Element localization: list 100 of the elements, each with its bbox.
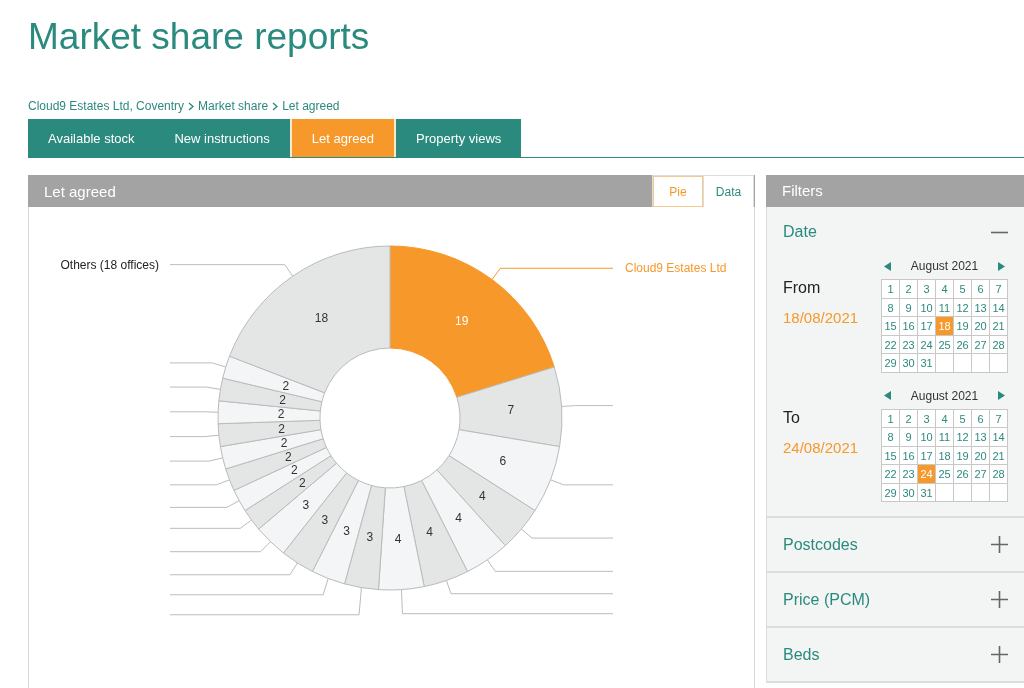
calendar-day[interactable]: 8 (882, 428, 900, 447)
calendar-day[interactable]: 19 (954, 317, 972, 336)
donut-slice[interactable] (233, 446, 332, 512)
calendar-day[interactable]: 30 (900, 354, 918, 373)
calendar-day[interactable]: 4 (936, 409, 954, 428)
calendar-day[interactable]: 22 (882, 335, 900, 354)
calendar-day[interactable]: 9 (900, 428, 918, 447)
donut-slice[interactable] (421, 469, 506, 572)
calendar-day[interactable]: 3 (918, 409, 936, 428)
calendar-day[interactable]: 1 (882, 409, 900, 428)
calendar-day[interactable]: 31 (918, 354, 936, 373)
donut-slice[interactable] (378, 486, 425, 591)
donut-slice[interactable] (448, 429, 561, 512)
calendar-day[interactable]: 8 (882, 298, 900, 317)
calendar-day[interactable]: 9 (900, 298, 918, 317)
calendar-day[interactable]: 26 (954, 465, 972, 484)
breadcrumb-link[interactable]: Market share (198, 99, 269, 113)
previous-month-icon[interactable] (884, 261, 891, 271)
chevron-icon (188, 101, 195, 111)
donut-slice[interactable] (282, 472, 359, 572)
calendar-day[interactable]: 5 (954, 409, 972, 428)
calendar-day[interactable]: 10 (918, 298, 936, 317)
breadcrumb-link[interactable]: Cloud9 Estates Ltd, Coventry (28, 99, 185, 113)
calendar-day[interactable]: 27 (972, 335, 990, 354)
calendar-day[interactable]: 12 (954, 428, 972, 447)
calendar-day[interactable]: 20 (972, 446, 990, 465)
slice-label: Others (18 offices) (60, 257, 159, 272)
calendar-day[interactable]: 20 (972, 317, 990, 336)
tab[interactable]: Available stock (28, 119, 155, 157)
calendar-day[interactable]: 16 (900, 446, 918, 465)
expand-icon[interactable] (991, 536, 1008, 553)
calendar-day[interactable]: 18 (936, 446, 954, 465)
filter-label[interactable]: Beds (783, 645, 820, 664)
expand-icon[interactable] (991, 646, 1008, 663)
donut-slice[interactable] (456, 366, 563, 448)
calendar-day[interactable]: 31 (918, 483, 936, 502)
calendar-day[interactable]: 30 (900, 483, 918, 502)
calendar-day[interactable]: 1 (882, 280, 900, 299)
donut-slice[interactable] (217, 419, 322, 448)
donut-slice[interactable] (436, 455, 536, 547)
previous-month-icon[interactable] (884, 391, 891, 400)
tab[interactable]: Property views (396, 119, 522, 157)
next-month-icon[interactable] (998, 261, 1005, 271)
calendar-day[interactable]: 23 (900, 335, 918, 354)
calendar-day[interactable]: 21 (990, 446, 1008, 465)
slice-value: 2 (279, 392, 286, 407)
calendar-day[interactable]: 28 (990, 465, 1008, 484)
leader-line (550, 479, 614, 486)
calendar-day[interactable]: 19 (954, 446, 972, 465)
calendar-day[interactable]: 25 (936, 465, 954, 484)
slice-value: 4 (479, 489, 486, 504)
calendar-day[interactable]: 7 (990, 280, 1008, 299)
calendar-day[interactable]: 22 (882, 465, 900, 484)
calendar-day[interactable]: 5 (954, 280, 972, 299)
expand-icon[interactable] (991, 591, 1008, 608)
calendar-day[interactable]: 10 (918, 428, 936, 447)
calendar-day[interactable]: 28 (990, 335, 1008, 354)
filter-label[interactable]: Postcodes (783, 535, 858, 554)
calendar-day[interactable]: 11 (936, 428, 954, 447)
calendar-day[interactable]: 15 (882, 446, 900, 465)
calendar-day[interactable]: 25 (936, 335, 954, 354)
calendar-day[interactable]: 13 (972, 298, 990, 317)
slice-value: 19 (455, 313, 469, 328)
calendar-day[interactable]: 6 (972, 280, 990, 299)
donut-slice[interactable] (225, 438, 327, 491)
next-month-icon[interactable] (998, 391, 1005, 400)
calendar-day[interactable]: 24 (918, 335, 936, 354)
calendar-day[interactable]: 3 (918, 280, 936, 299)
calendar-day[interactable]: 29 (882, 483, 900, 502)
view-toggle[interactable]: Pie (653, 176, 703, 207)
donut-slice[interactable] (403, 480, 469, 588)
leader-line (169, 457, 224, 462)
calendar-day[interactable]: 2 (900, 280, 918, 299)
calendar-day[interactable]: 7 (990, 409, 1008, 428)
filter-label[interactable]: Date (783, 223, 817, 241)
calendar-day[interactable]: 13 (972, 428, 990, 447)
date-label: From (783, 279, 822, 297)
filter-label[interactable]: Price (PCM) (783, 590, 871, 609)
donut-slice[interactable] (258, 462, 348, 554)
calendar-day[interactable]: 2 (900, 409, 918, 428)
slice-label: Cloud9 Estates Ltd (625, 261, 727, 276)
calendar-day[interactable]: 21 (990, 317, 1008, 336)
calendar-day[interactable]: 12 (954, 298, 972, 317)
calendar-day[interactable]: 6 (972, 409, 990, 428)
calendar-day[interactable]: 4 (936, 280, 954, 299)
slice-value: 3 (302, 498, 310, 512)
calendar-day[interactable]: 14 (990, 428, 1008, 447)
slice-value: 18 (314, 311, 329, 326)
calendar-day[interactable]: 16 (900, 317, 918, 336)
donut-slice[interactable] (344, 485, 386, 591)
calendar-day[interactable]: 26 (954, 335, 972, 354)
tab[interactable]: New instructions (154, 119, 290, 157)
calendar-day[interactable]: 14 (990, 298, 1008, 317)
calendar-day[interactable]: 27 (972, 465, 990, 484)
slice-value: 2 (291, 463, 298, 478)
donut-slice[interactable] (222, 355, 326, 403)
calendar-day[interactable]: 15 (882, 317, 900, 336)
donut-slice[interactable] (311, 480, 372, 585)
donut-slice[interactable] (389, 245, 555, 398)
calendar-day[interactable]: 29 (882, 354, 900, 373)
